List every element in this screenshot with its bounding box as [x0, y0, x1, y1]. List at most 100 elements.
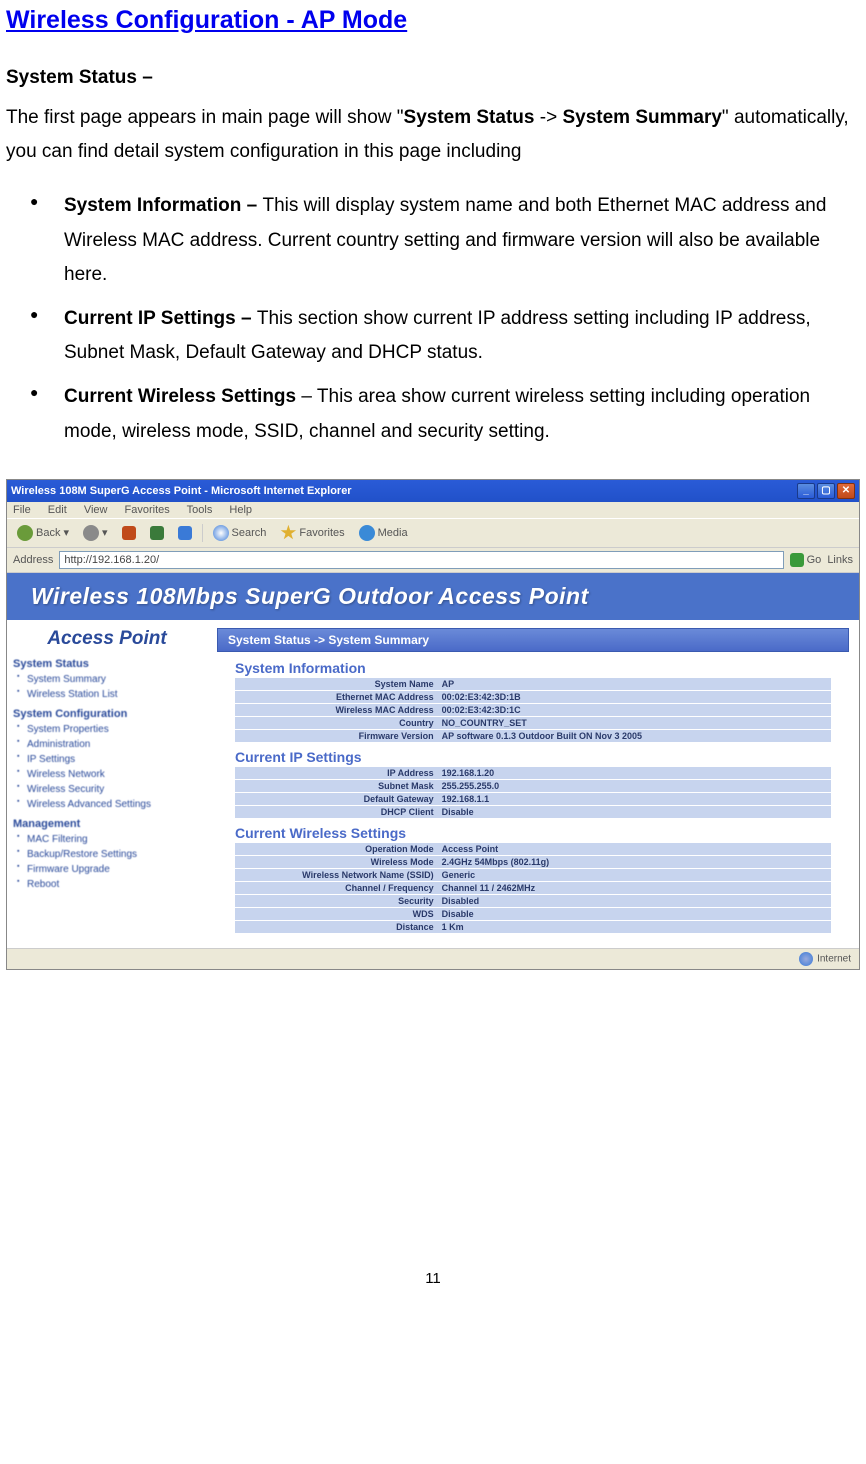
sidebar-item-properties[interactable]: System Properties [17, 722, 201, 737]
table-row: CountryNO_COUNTRY_SET [235, 716, 831, 729]
l: Wireless Network Name (SSID) [235, 868, 438, 881]
table-row: Wireless MAC Address00:02:E3:42:3D:1C [235, 703, 831, 716]
sidebar-item-mac[interactable]: MAC Filtering [17, 832, 201, 847]
v: NO_COUNTRY_SET [438, 716, 831, 729]
l: Security [235, 894, 438, 907]
wireless-settings-table: Operation ModeAccess Point Wireless Mode… [235, 843, 831, 934]
b: System Information – [64, 195, 263, 216]
menu-view[interactable]: View [84, 504, 108, 516]
v: Generic [438, 868, 831, 881]
refresh-icon [150, 526, 164, 540]
table-row: Default Gateway192.168.1.1 [235, 792, 831, 805]
b1: System Status [404, 107, 535, 128]
stop-button[interactable] [118, 524, 140, 542]
sidebar-item-reboot[interactable]: Reboot [17, 877, 201, 892]
list-item: System Information – This will display s… [30, 189, 860, 292]
menu-bar: File Edit View Favorites Tools Help [7, 502, 859, 518]
media-button[interactable]: Media [355, 523, 412, 543]
go-icon [790, 553, 804, 567]
sidebar-item-admin[interactable]: Administration [17, 737, 201, 752]
page-number: 11 [6, 1270, 860, 1287]
browser-screenshot: Wireless 108M SuperG Access Point - Micr… [6, 479, 860, 970]
section-ip-settings: Current IP Settings [235, 749, 831, 765]
window-buttons: _ ▢ ✕ [797, 483, 855, 499]
sidebar-item-firmware[interactable]: Firmware Upgrade [17, 862, 201, 877]
menu-favorites[interactable]: Favorites [125, 504, 170, 516]
main-content: System Status -> System Summary System I… [207, 620, 859, 948]
table-row: Channel / FrequencyChannel 11 / 2462MHz [235, 881, 831, 894]
intro-paragraph: The first page appears in main page will… [6, 101, 860, 169]
v: 00:02:E3:42:3D:1C [438, 703, 831, 716]
sidebar-item-summary[interactable]: System Summary [17, 672, 201, 687]
home-icon [178, 526, 192, 540]
address-label: Address [13, 554, 53, 566]
back-button[interactable]: Back ▾ [13, 523, 73, 543]
refresh-button[interactable] [146, 524, 168, 542]
doc-title: Wireless Configuration - AP Mode [6, 6, 860, 35]
l: Default Gateway [235, 792, 438, 805]
search-button[interactable]: Search [209, 523, 271, 543]
sidebar-item-backup[interactable]: Backup/Restore Settings [17, 847, 201, 862]
menu-file[interactable]: File [13, 504, 31, 516]
table-row: System NameAP [235, 678, 831, 691]
sidebar-item-security[interactable]: Wireless Security [17, 782, 201, 797]
l: DHCP Client [235, 805, 438, 818]
sidebar-item-ip[interactable]: IP Settings [17, 752, 201, 767]
url-input[interactable]: http://192.168.1.20/ [59, 551, 783, 569]
l: Subnet Mask [235, 779, 438, 792]
table-row: Distance1 Km [235, 920, 831, 933]
v: 2.4GHz 54Mbps (802.11g) [438, 855, 831, 868]
v: 1 Km [438, 920, 831, 933]
table-row: Wireless Network Name (SSID)Generic [235, 868, 831, 881]
l: Distance [235, 920, 438, 933]
go-button[interactable]: Go [790, 553, 822, 567]
ip-settings-table: IP Address192.168.1.20 Subnet Mask255.25… [235, 767, 831, 819]
l: Channel / Frequency [235, 881, 438, 894]
favorites-button[interactable]: Favorites [276, 523, 348, 543]
maximize-button[interactable]: ▢ [817, 483, 835, 499]
l: System Name [235, 678, 438, 691]
system-info-table: System NameAP Ethernet MAC Address00:02:… [235, 678, 831, 743]
l: Favorites [299, 527, 344, 539]
sidebar-section-mgmt: Management [13, 818, 201, 830]
address-bar: Address http://192.168.1.20/ Go Links [7, 548, 859, 573]
v: Access Point [438, 843, 831, 856]
b: Current IP Settings – [64, 308, 257, 329]
l: Media [378, 527, 408, 539]
search-icon [213, 525, 229, 541]
table-row: Subnet Mask255.255.255.0 [235, 779, 831, 792]
l: IP Address [235, 767, 438, 780]
menu-tools[interactable]: Tools [187, 504, 213, 516]
l: Go [807, 554, 822, 566]
sidebar: Access Point System Status System Summar… [7, 620, 207, 948]
v: 255.255.255.0 [438, 779, 831, 792]
breadcrumb: System Status -> System Summary [217, 628, 849, 652]
close-button[interactable]: ✕ [837, 483, 855, 499]
table-row: WDSDisable [235, 907, 831, 920]
sidebar-item-advanced[interactable]: Wireless Advanced Settings [17, 797, 201, 812]
media-icon [359, 525, 375, 541]
list-item: Current Wireless Settings – This area sh… [30, 380, 860, 448]
v: AP software 0.1.3 Outdoor Built ON Nov 3… [438, 729, 831, 742]
l: Wireless MAC Address [235, 703, 438, 716]
v: 192.168.1.1 [438, 792, 831, 805]
v: 192.168.1.20 [438, 767, 831, 780]
status-bar: Internet [7, 948, 859, 969]
menu-help[interactable]: Help [229, 504, 252, 516]
l: WDS [235, 907, 438, 920]
l: Country [235, 716, 438, 729]
section-heading: System Status – [6, 67, 860, 89]
section-system-info: System Information [235, 660, 831, 676]
forward-button[interactable]: ▾ [79, 523, 112, 543]
l: Firmware Version [235, 729, 438, 742]
links-label[interactable]: Links [827, 554, 853, 566]
sidebar-item-stationlist[interactable]: Wireless Station List [17, 687, 201, 702]
menu-edit[interactable]: Edit [48, 504, 67, 516]
minimize-button[interactable]: _ [797, 483, 815, 499]
sidebar-item-network[interactable]: Wireless Network [17, 767, 201, 782]
table-row: Operation ModeAccess Point [235, 843, 831, 856]
table-row: IP Address192.168.1.20 [235, 767, 831, 780]
v: Disable [438, 907, 831, 920]
l: Wireless Mode [235, 855, 438, 868]
home-button[interactable] [174, 524, 196, 542]
